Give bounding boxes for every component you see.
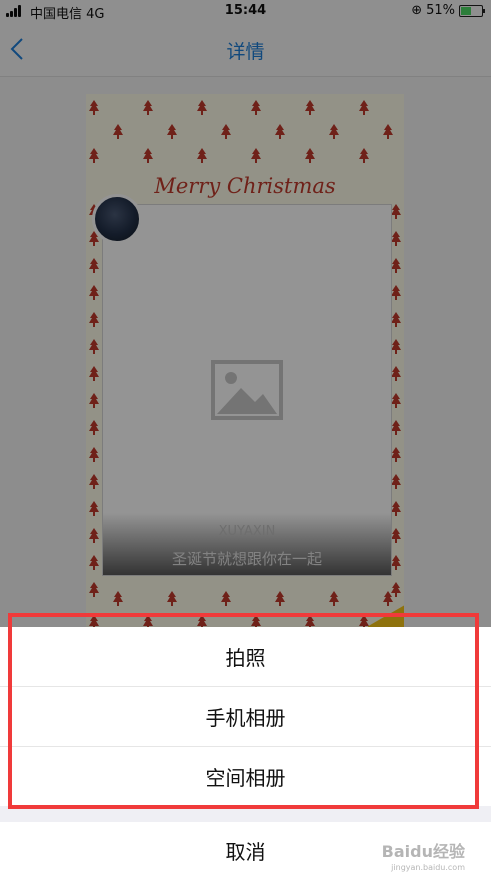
screen: 中国电信 4G 15:44 ⊕ 51% 详情 Merry Christmas X… [0, 0, 491, 878]
watermark: Baidu经验 [381, 842, 465, 861]
phone-album-option[interactable]: 手机相册 [0, 687, 491, 747]
take-photo-option[interactable]: 拍照 [0, 627, 491, 687]
action-sheet: 拍照 手机相册 空间相册 取消 Baidu经验 jingyan.baidu.co… [0, 627, 491, 878]
qzone-album-option[interactable]: 空间相册 [0, 747, 491, 806]
watermark-sub: jingyan.baidu.com [391, 863, 465, 872]
